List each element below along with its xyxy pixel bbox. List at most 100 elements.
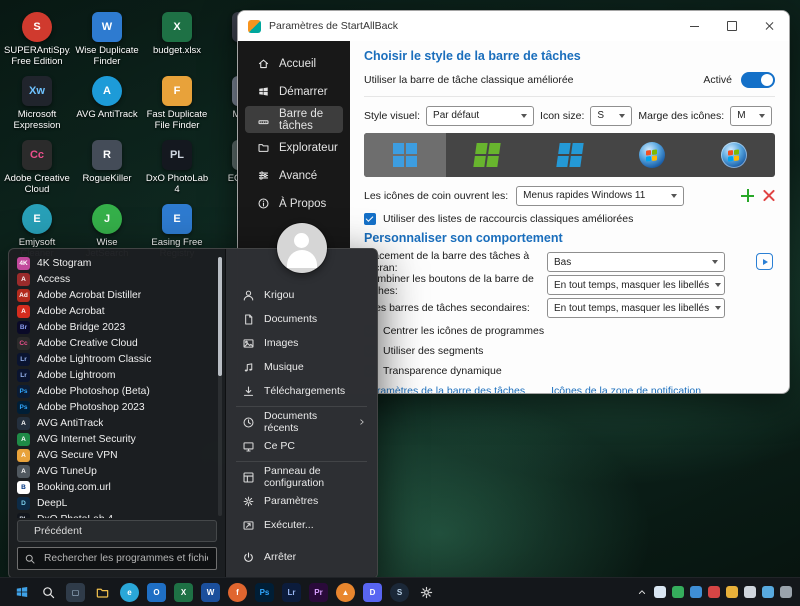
user-avatar[interactable]: [276, 223, 327, 273]
taskbar-style-blue[interactable]: [528, 133, 610, 177]
minimize-button[interactable]: [675, 11, 713, 41]
outlook[interactable]: O: [143, 579, 170, 606]
vlc[interactable]: ▲: [332, 579, 359, 606]
sidebar-item-avanc[interactable]: Avancé: [245, 162, 343, 189]
task-view-button[interactable]: ▢: [62, 579, 89, 606]
excel[interactable]: X: [170, 579, 197, 606]
start-app-adobe-acrobat[interactable]: A Adobe Acrobat: [17, 303, 213, 319]
checkbox-row-utiliser-des-segments[interactable]: Utiliser des segments: [364, 343, 775, 359]
start-app-avg-tuneup[interactable]: A AVG TuneUp: [17, 463, 213, 479]
start-app-avg-secure-vpn[interactable]: A AVG Secure VPN: [17, 447, 213, 463]
corner-icons-select[interactable]: Menus rapides Windows 11: [516, 185, 685, 206]
combine-secondary-select[interactable]: En tout temps, masquer les libellés: [547, 298, 725, 318]
settings-app[interactable]: [413, 579, 440, 606]
scrollbar[interactable]: [218, 257, 222, 516]
sidebar-item-accueil[interactable]: Accueil: [245, 50, 343, 77]
desktop-icon-wise-duplicate-finder[interactable]: W Wise Duplicate Finder: [74, 12, 140, 67]
start-place-ce-pc[interactable]: Ce PC: [226, 434, 377, 458]
start-place-documents[interactable]: Documents: [226, 307, 377, 331]
discord[interactable]: D: [359, 579, 386, 606]
start-place-images[interactable]: Images: [226, 331, 377, 355]
desktop-icon-superantispy-free-edition[interactable]: S SUPERAntiSpy... Free Edition: [4, 12, 70, 67]
close-button[interactable]: [751, 11, 789, 41]
desktop-icon-microsoft-expression-web-4[interactable]: Xw Microsoft Expression Web 4: [4, 76, 70, 132]
tray-settings[interactable]: [780, 586, 792, 598]
maximize-button[interactable]: [713, 11, 751, 41]
tray-antivirus[interactable]: [672, 586, 684, 598]
start-app-adobe-lightroom[interactable]: Lr Adobe Lightroom: [17, 367, 213, 383]
lightroom[interactable]: Lr: [278, 579, 305, 606]
word[interactable]: W: [197, 579, 224, 606]
start-place-musique[interactable]: Musique: [226, 355, 377, 379]
start-app-adobe-acrobat-distiller[interactable]: Ad Adobe Acrobat Distiller: [17, 287, 213, 303]
tray-expand[interactable]: [636, 586, 648, 598]
add-button[interactable]: [741, 189, 754, 202]
steam[interactable]: S: [386, 579, 413, 606]
desktop-icon-fast-duplicate-file-finder[interactable]: F Fast Duplicate File Finder: [144, 76, 210, 131]
start-app-adobe-lightroom-classic[interactable]: Lr Adobe Lightroom Classic: [17, 351, 213, 367]
start-app-adobe-bridge-2023[interactable]: Br Adobe Bridge 2023: [17, 319, 213, 335]
tray-onedrive[interactable]: [654, 586, 666, 598]
taskbar-settings-link[interactable]: Paramètres de la barre des tâches: [364, 385, 525, 393]
placement-select[interactable]: Bas: [547, 252, 725, 272]
shutdown-button[interactable]: Arrêter: [226, 544, 377, 570]
photoshop[interactable]: Ps: [251, 579, 278, 606]
firefox[interactable]: f: [224, 579, 251, 606]
search-input[interactable]: [42, 552, 210, 565]
taskbar-style-win7-orb[interactable]: [611, 133, 693, 177]
checkbox-row-transparence-dynamique[interactable]: Transparence dynamique: [364, 363, 775, 379]
start-place-param-tres[interactable]: Paramètres: [226, 489, 377, 513]
start-app-adobe-creative-cloud[interactable]: Cc Adobe Creative Cloud: [17, 335, 213, 351]
search-box[interactable]: [17, 547, 217, 570]
taskbar-style-win11[interactable]: [364, 133, 447, 177]
start-place-documents-r-cents[interactable]: Documents récents: [226, 410, 377, 434]
desktop-icon-adobe-creative-cloud[interactable]: Cc Adobe Creative Cloud: [4, 140, 70, 195]
start-app-adobe-photoshop-beta[interactable]: Ps Adobe Photoshop (Beta): [17, 383, 213, 399]
search-button[interactable]: [35, 579, 62, 606]
edge-browser[interactable]: e: [116, 579, 143, 606]
tray-vpn[interactable]: [726, 586, 738, 598]
desktop-icon-dxo-photolab-4[interactable]: PL DxO PhotoLab 4: [144, 140, 210, 195]
tray-defender[interactable]: [690, 586, 702, 598]
icon-margin-select[interactable]: M: [730, 105, 773, 126]
sidebar-item-d-marrer[interactable]: Démarrer: [245, 78, 343, 105]
start-app-4k-stogram[interactable]: 4K 4K Stogram: [17, 255, 213, 271]
sidebar-item-barre-de-t-ches[interactable]: Barre de tâches: [245, 106, 343, 133]
icon-size-select[interactable]: S: [590, 105, 633, 126]
back-button[interactable]: Précédent: [17, 520, 217, 542]
desktop-icon-budget-xlsx[interactable]: Xbudget.xlsx: [144, 12, 210, 56]
notification-area-icons-link[interactable]: Icônes de la zone de notification: [551, 385, 701, 393]
tray-network[interactable]: [762, 586, 774, 598]
desktop-icon-avg-antitrack[interactable]: A AVG AntiTrack: [74, 76, 140, 120]
sidebar-item-explorateur[interactable]: Explorateur: [245, 134, 343, 161]
tray-volume[interactable]: [744, 586, 756, 598]
tutorial-video-icon[interactable]: [756, 253, 773, 270]
file-explorer[interactable]: [89, 579, 116, 606]
checkbox-row-centrer-les-ic-nes-de-programmes[interactable]: Centrer les icônes de programmes: [364, 323, 775, 339]
combine-buttons-select[interactable]: En tout temps, masquer les libellés: [547, 275, 725, 295]
scrollbar-thumb[interactable]: [218, 257, 222, 377]
start-app-access[interactable]: A Access: [17, 271, 213, 287]
taskbar-style-green[interactable]: [446, 133, 528, 177]
visual-style-select[interactable]: Par défaut: [426, 105, 535, 126]
start-place-krigou[interactable]: Krigou: [226, 283, 377, 307]
start-place-ex-cuter[interactable]: Exécuter...: [226, 513, 377, 537]
window-titlebar[interactable]: Paramètres de StartAllBack: [238, 11, 789, 41]
start-app-avg-internet-security[interactable]: A AVG Internet Security: [17, 431, 213, 447]
start-button[interactable]: [8, 579, 35, 606]
start-app-avg-antitrack[interactable]: A AVG AntiTrack: [17, 415, 213, 431]
start-app-adobe-photoshop-2023[interactable]: Ps Adobe Photoshop 2023: [17, 399, 213, 415]
taskbar-style-aero-orb[interactable]: [693, 133, 775, 177]
desktop-icon-roguekiller[interactable]: R RogueKiller: [74, 140, 140, 184]
start-app-deepl[interactable]: D DeepL: [17, 495, 213, 511]
sidebar-item-propos[interactable]: À Propos: [245, 190, 343, 217]
start-place-t-l-chargements[interactable]: Téléchargements: [226, 379, 377, 403]
jumplists-checkbox-row[interactable]: Utiliser des listes de raccourcis classi…: [364, 211, 775, 227]
start-app-dxo-photolab-4[interactable]: PL DxO PhotoLab 4: [17, 511, 213, 518]
tray-alert[interactable]: [708, 586, 720, 598]
classic-taskbar-toggle[interactable]: [741, 72, 775, 88]
remove-button[interactable]: [762, 189, 775, 202]
premiere[interactable]: Pr: [305, 579, 332, 606]
start-app-booking-com-url[interactable]: B Booking.com.url: [17, 479, 213, 495]
start-place-panneau-de-configuration[interactable]: Panneau de configuration: [226, 465, 377, 489]
